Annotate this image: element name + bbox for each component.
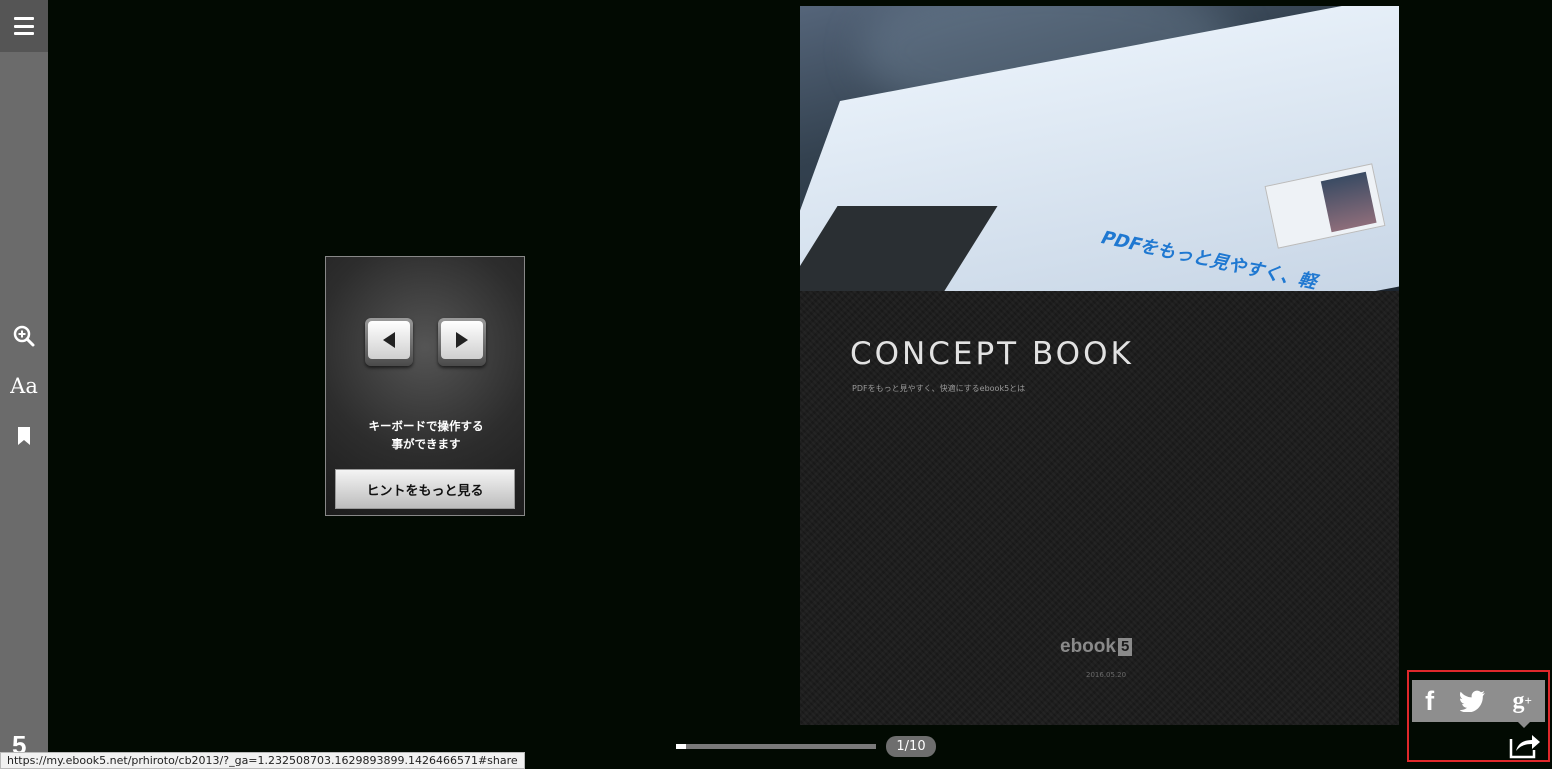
progress-fill bbox=[676, 744, 686, 749]
cover-photo: PDFをもっと見やすく、軽 bbox=[800, 6, 1399, 291]
bookmark-icon bbox=[18, 427, 30, 445]
ebook-logo-number: 5 bbox=[1117, 638, 1133, 656]
google-plus-label: g bbox=[1512, 687, 1525, 714]
page-indicator: 1/10 bbox=[886, 736, 936, 757]
zoom-in-icon bbox=[13, 325, 35, 347]
ebook-viewer: Aa 5 キーボードで操作する 事ができます ヒントをもっと見る PDFをもっと… bbox=[0, 0, 1552, 769]
right-arrow-key bbox=[438, 318, 486, 366]
hint-message: キーボードで操作する 事ができます bbox=[326, 417, 526, 453]
left-arrow-key bbox=[365, 318, 413, 366]
ebook-logo-text: ebook bbox=[1060, 636, 1116, 657]
publish-date: 2016.05.20 bbox=[1086, 671, 1127, 679]
book-title: CONCEPT BOOK bbox=[850, 336, 1134, 372]
arrow-right-icon bbox=[456, 332, 468, 348]
zoom-button[interactable] bbox=[0, 320, 48, 352]
book-subtitle: PDFをもっと見やすく、快適にするebook5とは bbox=[852, 384, 1026, 393]
arrow-left-icon bbox=[383, 332, 395, 348]
google-plus-sup: + bbox=[1524, 693, 1532, 708]
book-page[interactable]: PDFをもっと見やすく、軽 CONCEPT BOOK PDFをもっと見やすく、快… bbox=[800, 6, 1399, 725]
status-bar-url: https://my.ebook5.net/prhiroto/cb2013/?_… bbox=[0, 752, 525, 769]
share-arrow-icon bbox=[1509, 735, 1540, 759]
hint-line-1: キーボードで操作する bbox=[368, 419, 484, 433]
share-bar: f g + bbox=[1412, 680, 1545, 722]
share-bar-pointer bbox=[1518, 722, 1530, 728]
page-progress-slider[interactable] bbox=[676, 744, 876, 749]
keyboard-hint-popup: キーボードで操作する 事ができます ヒントをもっと見る bbox=[325, 256, 525, 516]
share-button[interactable] bbox=[1508, 730, 1542, 760]
bookmark-button[interactable] bbox=[0, 420, 48, 452]
ebook-logo: ebook 5 bbox=[1060, 636, 1133, 658]
hamburger-icon bbox=[14, 17, 34, 35]
more-hints-button[interactable]: ヒントをもっと見る bbox=[335, 469, 515, 509]
font-size-button[interactable]: Aa bbox=[0, 370, 48, 402]
left-toolbar: Aa 5 bbox=[0, 0, 48, 769]
twitter-icon[interactable] bbox=[1460, 690, 1486, 712]
font-size-label: Aa bbox=[10, 374, 38, 398]
hint-line-2: 事ができます bbox=[391, 437, 461, 451]
menu-button[interactable] bbox=[0, 0, 48, 52]
google-plus-icon[interactable]: g + bbox=[1512, 688, 1531, 715]
facebook-icon[interactable]: f bbox=[1425, 686, 1434, 717]
